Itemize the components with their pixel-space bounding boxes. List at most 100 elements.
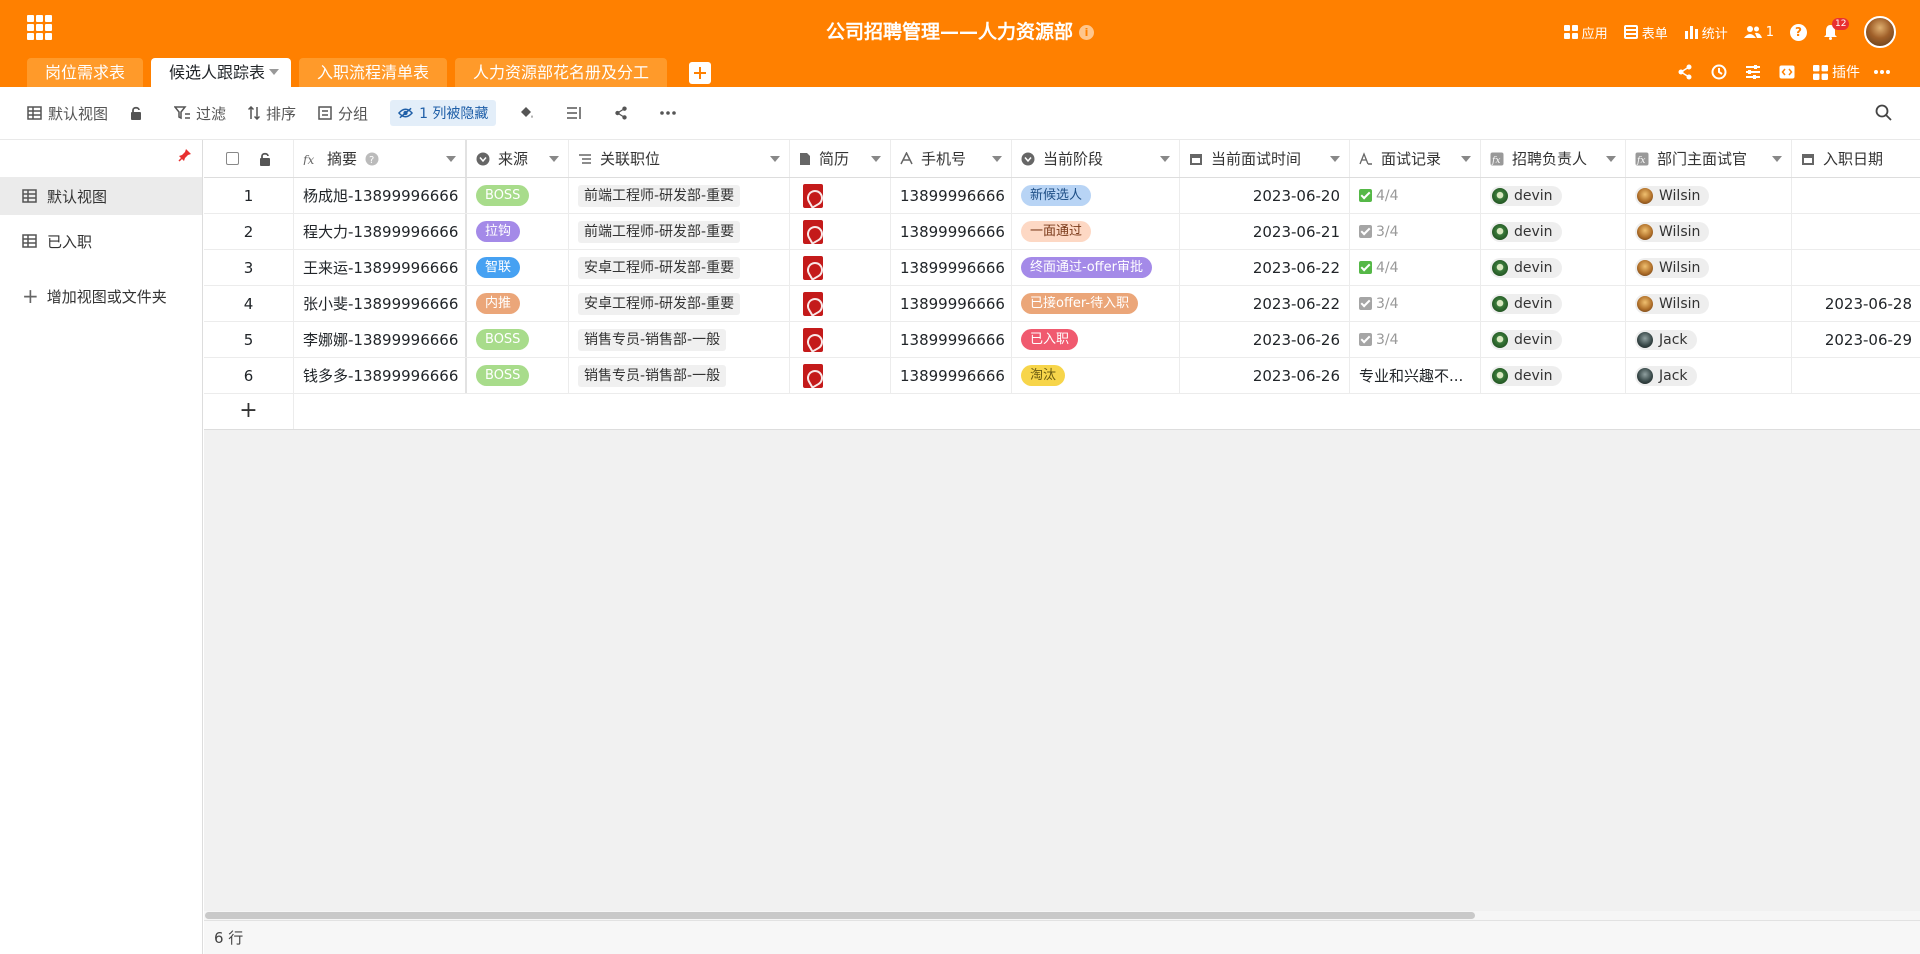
settings-button[interactable] [1745, 64, 1765, 80]
user-avatar[interactable] [1864, 16, 1896, 48]
interview-time-cell[interactable]: 2023-06-21 [1180, 214, 1350, 249]
phone-cell[interactable]: 13899996666 [891, 178, 1012, 213]
chevron-down-icon[interactable] [269, 69, 280, 75]
pin-sidebar-button[interactable] [178, 148, 192, 166]
interview-record-cell[interactable]: 3/4 [1350, 214, 1481, 249]
row-index[interactable]: 4 [204, 286, 294, 321]
row-index[interactable]: 2 [204, 214, 294, 249]
stage-cell[interactable]: 一面通过 [1012, 214, 1180, 249]
phone-cell[interactable]: 13899996666 [891, 286, 1012, 321]
phone-cell[interactable]: 13899996666 [891, 358, 1012, 393]
history-button[interactable] [1711, 64, 1731, 80]
stage-cell[interactable]: 终面通过-offer审批 [1012, 250, 1180, 285]
linked-job-tag[interactable]: 安卓工程师-研发部-重要 [578, 292, 741, 315]
phone-cell[interactable]: 13899996666 [891, 214, 1012, 249]
job-cell[interactable]: 安卓工程师-研发部-重要 [569, 250, 790, 285]
forms-button[interactable]: 表单 [1623, 23, 1668, 42]
table-row[interactable]: 4 张小斐-13899996666 内推 安卓工程师-研发部-重要 138999… [204, 286, 1920, 322]
summary-cell[interactable]: 钱多多-13899996666 [294, 358, 467, 393]
scrollbar-thumb[interactable] [205, 912, 1475, 919]
interview-time-cell[interactable]: 2023-06-20 [1180, 178, 1350, 213]
pdf-file-icon[interactable] [803, 183, 823, 208]
column-header-source[interactable]: 来源 [467, 140, 569, 177]
pdf-file-icon[interactable] [803, 327, 823, 352]
horizontal-scrollbar[interactable] [204, 911, 1920, 920]
job-cell[interactable]: 前端工程师-研发部-重要 [569, 214, 790, 249]
tab-onboarding-checklist[interactable]: 入职流程清单表 [299, 58, 448, 87]
start-date-cell[interactable] [1792, 214, 1920, 249]
column-header-interview-record[interactable]: 面试记录 [1350, 140, 1481, 177]
start-date-cell[interactable]: 2023-06-29 [1792, 322, 1920, 357]
pdf-file-icon[interactable] [803, 255, 823, 280]
phone-cell[interactable]: 13899996666 [891, 322, 1012, 357]
column-header-phone[interactable]: 手机号 [891, 140, 1012, 177]
stage-cell[interactable]: 淘汰 [1012, 358, 1180, 393]
info-icon[interactable]: i [1079, 25, 1094, 40]
summary-cell[interactable]: 程大力-13899996666 [294, 214, 467, 249]
select-all-checkbox[interactable] [226, 152, 239, 165]
table-row[interactable]: 6 钱多多-13899996666 BOSS 销售专员-销售部-一般 13899… [204, 358, 1920, 394]
interview-time-cell[interactable]: 2023-06-26 [1180, 322, 1350, 357]
column-header-interviewer[interactable]: fx 部门主面试官 [1626, 140, 1792, 177]
interview-record-cell[interactable]: 3/4 [1350, 322, 1481, 357]
add-view-button[interactable]: + 增加视图或文件夹 [22, 284, 167, 308]
interview-time-cell[interactable]: 2023-06-26 [1180, 358, 1350, 393]
summary-cell[interactable]: 王来运-13899996666 [294, 250, 467, 285]
recruiter-cell[interactable]: devin [1481, 358, 1626, 393]
stage-cell[interactable]: 新候选人 [1012, 178, 1180, 213]
column-header-stage[interactable]: 当前阶段 [1012, 140, 1180, 177]
script-button[interactable] [1779, 64, 1799, 80]
unlock-icon[interactable] [259, 152, 271, 166]
job-cell[interactable]: 前端工程师-研发部-重要 [569, 178, 790, 213]
collaborators-button[interactable]: 1 [1743, 25, 1774, 40]
job-cell[interactable]: 安卓工程师-研发部-重要 [569, 286, 790, 321]
recruiter-cell[interactable]: devin [1481, 286, 1626, 321]
view-selector[interactable]: 默认视图 [27, 103, 108, 124]
tab-job-requirements[interactable]: 岗位需求表 [27, 58, 144, 87]
interviewer-cell[interactable]: Wilsin [1626, 214, 1792, 249]
linked-job-tag[interactable]: 销售专员-销售部-一般 [578, 328, 727, 351]
share-view-button[interactable] [614, 106, 634, 120]
row-color-button[interactable] [518, 105, 540, 121]
interview-record-cell[interactable]: 4/4 [1350, 178, 1481, 213]
notifications-button[interactable]: 12 [1823, 18, 1850, 40]
linked-job-tag[interactable]: 前端工程师-研发部-重要 [578, 184, 741, 207]
recruiter-cell[interactable]: devin [1481, 322, 1626, 357]
linked-job-tag[interactable]: 安卓工程师-研发部-重要 [578, 256, 741, 279]
stage-cell[interactable]: 已入职 [1012, 322, 1180, 357]
cv-cell[interactable] [790, 358, 891, 393]
start-date-cell[interactable]: 2023-06-28 [1792, 286, 1920, 321]
linked-job-tag[interactable]: 销售专员-销售部-一般 [578, 364, 727, 387]
plugins-button[interactable]: 插件 [1813, 62, 1860, 82]
source-cell[interactable]: 内推 [467, 286, 569, 321]
interviewer-cell[interactable]: Wilsin [1626, 250, 1792, 285]
source-cell[interactable]: BOSS [467, 322, 569, 357]
table-row[interactable]: 5 李娜娜-13899996666 BOSS 销售专员-销售部-一般 13899… [204, 322, 1920, 358]
column-header-summary[interactable]: fx 摘要? [294, 140, 467, 177]
pdf-file-icon[interactable] [803, 363, 823, 388]
phone-cell[interactable]: 13899996666 [891, 250, 1012, 285]
table-row[interactable]: 1 杨成旭-13899996666 BOSS 前端工程师-研发部-重要 1389… [204, 178, 1920, 214]
interview-record-cell[interactable]: 3/4 [1350, 286, 1481, 321]
table-row[interactable]: 2 程大力-13899996666 拉钩 前端工程师-研发部-重要 138999… [204, 214, 1920, 250]
start-date-cell[interactable] [1792, 250, 1920, 285]
recruiter-cell[interactable]: devin [1481, 178, 1626, 213]
interview-record-cell[interactable]: 4/4 [1350, 250, 1481, 285]
cv-cell[interactable] [790, 178, 891, 213]
table-row[interactable]: 3 王来运-13899996666 智联 安卓工程师-研发部-重要 138999… [204, 250, 1920, 286]
pdf-file-icon[interactable] [803, 219, 823, 244]
help-button[interactable]: ? [1790, 23, 1807, 41]
interviewer-cell[interactable]: Jack [1626, 322, 1792, 357]
recruiter-cell[interactable]: devin [1481, 250, 1626, 285]
more-options-button[interactable] [1874, 70, 1894, 74]
summary-cell[interactable]: 张小斐-13899996666 [294, 286, 467, 321]
sidebar-view-default[interactable]: 默认视图 [0, 177, 202, 215]
group-button[interactable]: 分组 [318, 103, 368, 124]
more-view-options-button[interactable] [660, 111, 682, 115]
filter-button[interactable]: 过滤 [174, 103, 226, 124]
cv-cell[interactable] [790, 322, 891, 357]
cv-cell[interactable] [790, 286, 891, 321]
lock-view-button[interactable] [130, 106, 148, 120]
recruiter-cell[interactable]: devin [1481, 214, 1626, 249]
interviewer-cell[interactable]: Wilsin [1626, 286, 1792, 321]
